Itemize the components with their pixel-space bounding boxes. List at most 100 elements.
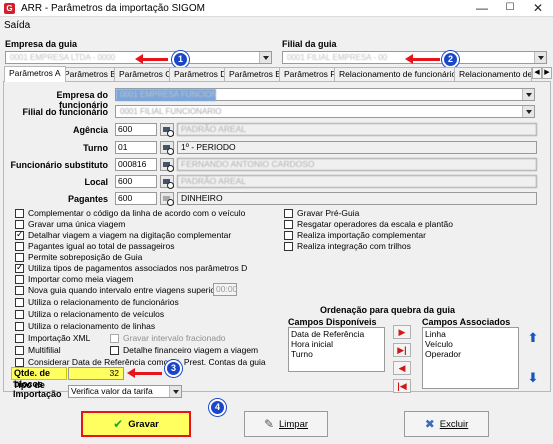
check-gravar-pre-guia[interactable]: Gravar Pré-Guia xyxy=(284,208,359,218)
checkbox[interactable] xyxy=(15,321,24,331)
check-multifilial[interactable]: Multifilial xyxy=(15,345,61,355)
checkbox[interactable] xyxy=(15,274,24,284)
list-item[interactable]: Operador xyxy=(425,349,516,359)
campos-disponiveis-label: Campos Disponíveis xyxy=(288,317,377,327)
add-all-fields-icon[interactable]: ▶| xyxy=(393,343,411,357)
campos-associados-list[interactable]: Linha Veículo Operador xyxy=(422,327,519,389)
tab-parametros-e[interactable]: Parâmetros E xyxy=(224,67,286,81)
list-item[interactable]: Turno xyxy=(291,349,382,359)
move-up-icon[interactable]: ⬆ xyxy=(525,330,541,346)
campos-disponiveis-list[interactable]: Data de Referência Hora inicial Turno xyxy=(288,327,385,372)
list-item[interactable]: Data de Referência xyxy=(291,329,382,339)
pagantes-input[interactable]: 600 xyxy=(115,192,157,205)
agencia-input[interactable]: 600 xyxy=(115,123,157,136)
search-lookup-icon[interactable] xyxy=(160,175,174,189)
check-importacao-xml[interactable]: Importação XML xyxy=(15,333,90,343)
checkbox[interactable] xyxy=(15,309,24,319)
close-icon[interactable]: ✕ xyxy=(524,0,552,17)
tab-parametros-d[interactable]: Parâmetros D xyxy=(169,67,232,81)
tab-parametros-f[interactable]: Parâmetros F xyxy=(279,67,341,81)
tab-scroll-left-icon[interactable]: ◀ xyxy=(532,67,542,79)
excluir-button[interactable]: ✖ Excluir xyxy=(404,411,489,437)
chevron-down-icon[interactable] xyxy=(169,386,181,397)
checkbox-checked[interactable] xyxy=(15,229,24,240)
checkbox[interactable] xyxy=(15,285,24,295)
search-lookup-icon[interactable] xyxy=(160,158,174,172)
check-relacionamento-funcionarios[interactable]: Utiliza o relacionamento de funcionários xyxy=(15,297,179,307)
checkbox[interactable] xyxy=(284,230,293,240)
checkbox[interactable] xyxy=(15,219,24,229)
gravar-button-label: Gravar xyxy=(128,418,159,430)
filial-guia-label: Filial da guia xyxy=(282,39,337,49)
gravar-button[interactable]: ✔ Gravar xyxy=(81,411,191,437)
checkbox-checked[interactable] xyxy=(15,262,24,273)
check-detalhar-viagem[interactable]: Detalhar viagem a viagem na digitação co… xyxy=(15,229,232,240)
remove-field-icon[interactable]: ◀ xyxy=(393,361,411,375)
checkbox[interactable] xyxy=(284,219,293,229)
checkbox[interactable] xyxy=(15,252,24,262)
search-lookup-icon[interactable] xyxy=(160,123,174,137)
tab-parametros-c[interactable]: Parâmetros C xyxy=(114,67,177,81)
checkbox-label: Detalhar viagem a viagem na digitação co… xyxy=(28,230,232,240)
turno-input[interactable]: 01 xyxy=(115,141,157,154)
chevron-down-icon[interactable] xyxy=(522,89,534,100)
local-input[interactable]: 600 xyxy=(115,175,157,188)
menu-saida[interactable]: Saída xyxy=(4,20,30,31)
checkbox[interactable] xyxy=(15,345,24,355)
checkbox-label: Realiza integração com trilhos xyxy=(297,241,411,251)
check-relacionamento-linhas[interactable]: Utiliza o relacionamento de linhas xyxy=(15,321,155,331)
tab-parametros-b[interactable]: Parâmetros B xyxy=(59,67,121,81)
check-integracao-trilhos[interactable]: Realiza integração com trilhos xyxy=(284,241,411,251)
checkbox-label: Considerar Data de Referência como Dt. P… xyxy=(28,357,266,367)
filial-funcionario-select[interactable]: 0001 FILIAL FUNCIONARIO xyxy=(115,105,535,118)
check-relacionamento-veiculos[interactable]: Utiliza o relacionamento de veículos xyxy=(15,309,164,319)
campos-associados-label: Campos Associados xyxy=(422,317,511,327)
intervalo-input[interactable]: 00:00 xyxy=(213,283,237,296)
list-item[interactable]: Hora inicial xyxy=(291,339,382,349)
limpar-button[interactable]: ✎ Limpar xyxy=(244,411,328,437)
checkbox-label: Utiliza tipos de pagamentos associados n… xyxy=(28,263,248,273)
check-resgatar-operadores[interactable]: Resgatar operadores da escala e plantão xyxy=(284,219,453,229)
check-detalhe-financeiro[interactable]: Detalhe financeiro viagem a viagem xyxy=(110,345,258,355)
tab-scroll-right-icon[interactable]: ▶ xyxy=(542,67,552,79)
checkbox[interactable] xyxy=(284,208,293,218)
list-item[interactable]: Veículo xyxy=(425,339,516,349)
search-lookup-icon[interactable] xyxy=(160,141,174,155)
list-item[interactable]: Linha xyxy=(425,329,516,339)
annotation-marker-4: 4 xyxy=(209,399,226,416)
check-tipos-pagamentos[interactable]: Utiliza tipos de pagamentos associados n… xyxy=(15,262,248,273)
checkbox[interactable] xyxy=(15,241,24,251)
check-nova-guia-intervalo[interactable]: Nova guia quando intervalo entre viagens… xyxy=(15,285,225,295)
remove-all-fields-icon[interactable]: |◀ xyxy=(393,379,411,393)
tab-parametros-a[interactable]: Parâmetros A xyxy=(4,66,66,82)
maximize-icon[interactable]: ☐ xyxy=(496,0,524,17)
check-considerar-data-referencia[interactable]: Considerar Data de Referência como Dt. P… xyxy=(15,357,266,367)
checkbox[interactable] xyxy=(110,345,119,355)
funcionario-substituto-input[interactable]: 000816 xyxy=(115,158,157,171)
checkbox xyxy=(110,333,119,343)
annotation-arrow-3 xyxy=(127,368,162,378)
chevron-down-icon[interactable] xyxy=(534,52,546,63)
check-importacao-complementar[interactable]: Realiza importação complementar xyxy=(284,230,426,240)
chevron-down-icon[interactable] xyxy=(522,106,534,117)
empresa-funcionario-select[interactable]: 0001 EMPRESA FUNCIONARIO xyxy=(115,88,535,101)
tipo-importacao-select[interactable]: Verifica valor da tarifa xyxy=(68,385,182,398)
checkbox[interactable] xyxy=(15,333,24,343)
add-field-icon[interactable]: ▶ xyxy=(393,325,411,339)
check-sobreposicao-guia[interactable]: Permite sobreposição de Guia xyxy=(15,252,142,262)
chevron-down-icon[interactable] xyxy=(259,52,271,63)
checkbox[interactable] xyxy=(15,297,24,307)
check-gravar-unica-viagem[interactable]: Gravar uma única viagem xyxy=(15,219,125,229)
qtde-blocos-input[interactable]: 32 xyxy=(68,367,124,380)
tab-relacionamento-funcionarios[interactable]: Relacionamento de funcionários xyxy=(334,67,466,81)
checkbox[interactable] xyxy=(15,357,24,367)
agencia-desc: PADRÃO AREAL xyxy=(177,123,537,136)
check-complementar-codigo[interactable]: Complementar o código da linha de acordo… xyxy=(15,208,245,218)
tab-relacionamento-veiculos[interactable]: Relacionamento de v xyxy=(454,67,532,81)
move-down-icon[interactable]: ⬇ xyxy=(525,370,541,386)
checkbox[interactable] xyxy=(15,208,24,218)
checkbox[interactable] xyxy=(284,241,293,251)
check-meia-viagem[interactable]: Importar como meia viagem xyxy=(15,274,133,284)
check-pagantes-igual[interactable]: Pagantes igual ao total de passageiros xyxy=(15,241,175,251)
minimize-icon[interactable]: — xyxy=(468,0,496,17)
